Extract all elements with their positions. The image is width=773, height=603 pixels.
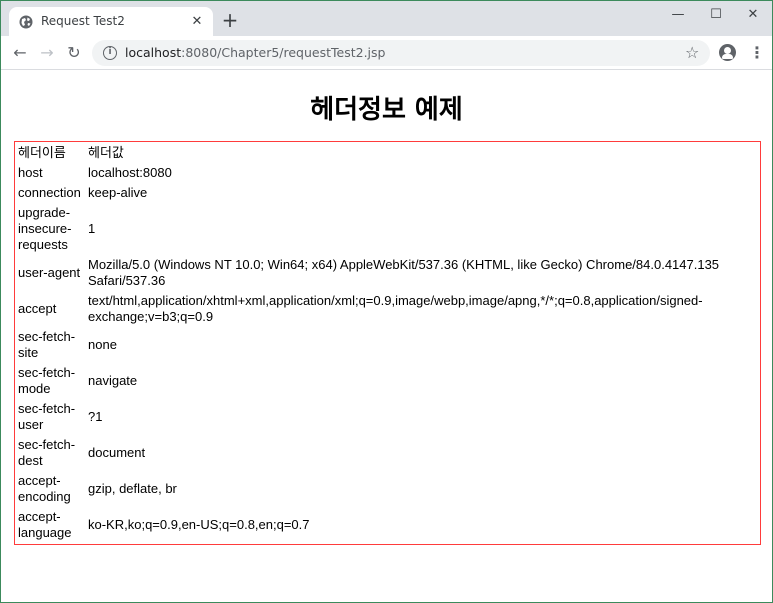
plus-icon[interactable]: + [220, 10, 240, 31]
url-path: :8080/Chapter5/requestTest2.jsp [181, 45, 386, 60]
info-icon[interactable]: i [103, 46, 117, 60]
browser-toolbar: ← → ↻ i localhost:8080/Chapter5/requestT… [1, 36, 772, 70]
minimize-icon[interactable]: — [658, 1, 698, 29]
table-row: user-agent Mozilla/5.0 (Windows NT 10.0; … [17, 256, 758, 290]
table-row: sec-fetch-site none [17, 328, 758, 362]
url-text[interactable]: localhost:8080/Chapter5/requestTest2.jsp [125, 45, 385, 60]
page-title: 헤더정보 예제 [310, 95, 463, 125]
header-value-cell: navigate [88, 373, 138, 388]
header-value-cell: none [88, 337, 117, 352]
header-value-cell: localhost:8080 [88, 165, 172, 180]
tab-title: Request Test2 [41, 14, 125, 28]
url-host: localhost [125, 45, 182, 60]
tab-strip: Request Test2 ✕ + — ☐ ✕ [1, 1, 772, 36]
header-name-cell: upgrade-insecure-requests [18, 205, 72, 252]
header-name-cell: connection [18, 185, 81, 200]
header-value-cell: document [88, 445, 146, 460]
tab-request-test2[interactable]: Request Test2 ✕ [9, 7, 213, 36]
window-close-icon[interactable]: ✕ [733, 1, 772, 29]
column-header-value: 헤더값 [88, 145, 124, 160]
header-value-cell: gzip, deflate, br [88, 481, 177, 496]
table-row: sec-fetch-user ?1 [17, 400, 758, 434]
reload-icon[interactable]: ↻ [64, 43, 84, 63]
close-icon[interactable]: ✕ [189, 14, 205, 30]
forward-arrow-icon[interactable]: → [37, 43, 57, 63]
header-value-cell: Mozilla/5.0 (Windows NT 10.0; Win64; x64… [88, 257, 720, 288]
maximize-icon[interactable]: ☐ [696, 1, 736, 29]
globe-icon [19, 15, 33, 29]
header-name-cell: accept-encoding [18, 473, 71, 504]
header-table: 헤더이름 헤더값 host localhost:8080 connection kee… [14, 141, 761, 545]
page-content: 헤더정보 예제 헤더이름 헤더값 host localhost:8080 conne… [1, 71, 772, 602]
header-name-cell: sec-fetch-mode [18, 365, 76, 396]
profile-icon[interactable] [719, 44, 736, 61]
header-name-cell: sec-fetch-dest [18, 437, 76, 468]
header-value-cell: text/html,application/xhtml+xml,applicat… [88, 293, 703, 324]
table-row: accept text/html,application/xhtml+xml,ap… [17, 292, 758, 326]
table-row: sec-fetch-dest document [17, 436, 758, 470]
header-name-cell: sec-fetch-site [18, 329, 76, 360]
browser-window: Request Test2 ✕ + — ☐ ✕ ← → ↻ i localhos… [0, 0, 773, 603]
table-row: connection keep-alive [17, 184, 758, 202]
header-name-cell: accept-language [18, 509, 72, 540]
table-row: sec-fetch-mode navigate [17, 364, 758, 398]
table-row: accept-language ko-KR,ko;q=0.9,en-US;q=0.… [17, 508, 758, 542]
star-icon[interactable]: ☆ [685, 43, 699, 62]
table-row: host localhost:8080 [17, 164, 758, 182]
header-name-cell: sec-fetch-user [18, 401, 76, 432]
table-row: upgrade-insecure-requests 1 [17, 204, 758, 254]
header-value-cell: ?1 [88, 409, 103, 424]
menu-icon[interactable]: ⋮ [749, 43, 765, 63]
header-name-cell: host [18, 165, 43, 180]
header-value-cell: 1 [88, 221, 96, 236]
address-bar[interactable]: i localhost:8080/Chapter5/requestTest2.j… [92, 40, 710, 66]
column-header-name: 헤더이름 [18, 145, 66, 160]
header-value-cell: keep-alive [88, 185, 148, 200]
header-name-cell: accept [18, 301, 57, 316]
table-header-row: 헤더이름 헤더값 [17, 144, 758, 162]
table-row: accept-encoding gzip, deflate, br [17, 472, 758, 506]
back-arrow-icon[interactable]: ← [10, 43, 30, 63]
header-name-cell: user-agent [18, 265, 81, 280]
header-value-cell: ko-KR,ko;q=0.9,en-US;q=0.8,en;q=0.7 [88, 517, 310, 532]
header-table-body: 헤더이름 헤더값 host localhost:8080 connection kee… [17, 144, 758, 542]
